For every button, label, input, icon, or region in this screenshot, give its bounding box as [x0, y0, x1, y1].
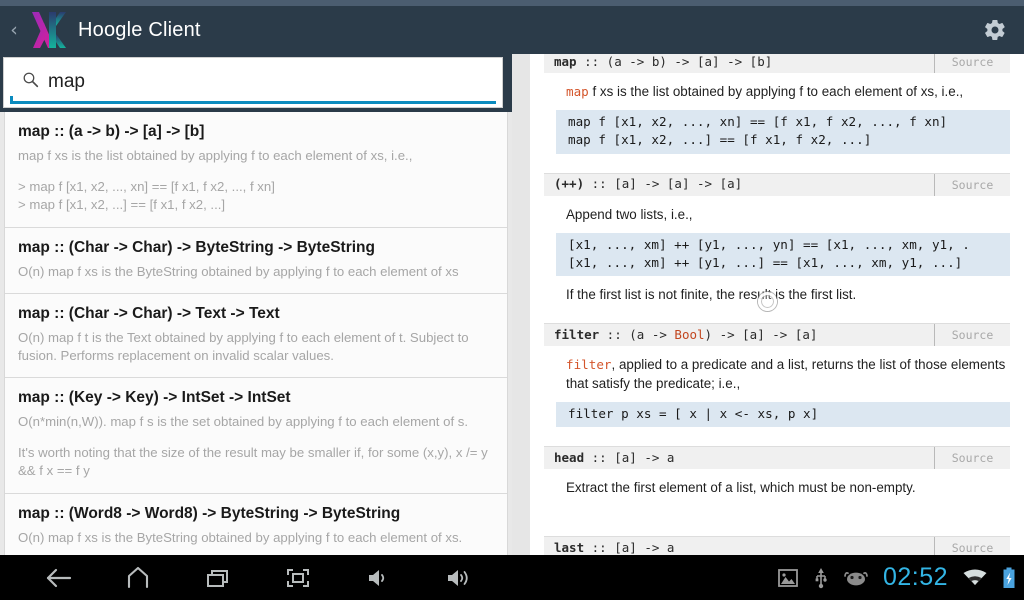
android-system-bar: 02:52: [0, 555, 1024, 600]
doc-signature: map :: (a -> b) -> [a] -> [b]: [554, 54, 773, 69]
list-item[interactable]: map :: (a -> b) -> [a] -> [b] map f xs i…: [5, 112, 507, 228]
result-signature: map :: (Word8 -> Word8) -> ByteString ->…: [18, 504, 401, 522]
doc-paragraph-text: , applied to a predicate and a list, ret…: [566, 357, 1006, 392]
doc-signature-rest: :: (a -> b) -> [a] -> [b]: [576, 54, 773, 69]
doc-signature-rest: :: [a] -> a: [584, 450, 675, 466]
doc-paragraph-secondary: If the first list is not finite, the res…: [566, 287, 857, 303]
search-icon: [22, 71, 39, 93]
doc-signature-bar: filter :: (a -> Bool) -> [a] -> [a] Sour…: [544, 323, 1010, 347]
gear-icon: [985, 19, 1005, 40]
results-list[interactable]: map :: (a -> b) -> [a] -> [b] map f xs i…: [4, 112, 508, 600]
doc-signature-rest: :: [a] -> a: [584, 540, 675, 556]
doc-code-block: filter p xs = [ x | x <- xs, p x]: [556, 402, 1010, 428]
result-description: O(n) map f t is the Text obtained by app…: [18, 329, 469, 363]
doc-paragraph: Append two lists, i.e.,: [566, 206, 693, 222]
app-root: ‹ Hoogle Client map map:: (a -> b) -> […: [0, 0, 1024, 600]
volume-down-button[interactable]: [338, 555, 418, 600]
usb-icon: [813, 567, 829, 589]
list-item[interactable]: map :: (Word8 -> Word8) -> ByteString ->…: [5, 493, 507, 560]
doc-body: filter, applied to a predicate and a lis…: [544, 346, 1010, 438]
doc-identifier: filter: [566, 357, 612, 373]
doc-paragraph: filter, applied to a predicate and a lis…: [566, 355, 1010, 393]
action-bar: ‹ Hoogle Client: [0, 6, 1024, 54]
home-button[interactable]: [98, 555, 178, 600]
navigation-buttons: [18, 555, 498, 600]
result-signature: map :: (a -> b) -> [a] -> [b]: [18, 123, 205, 140]
doc-signature-rest: :: [a] -> [a] -> [a]: [584, 176, 743, 192]
search-input-value: map: [48, 70, 85, 92]
doc-signature: head :: [a] -> a: [554, 450, 675, 466]
doc-signature-name: last: [554, 540, 585, 556]
back-icon: [46, 568, 72, 587]
result-description: map f xs is the list obtained by applyin…: [18, 147, 413, 163]
settings-button[interactable]: [980, 15, 1010, 45]
doc-body: Extract the first element of a list, whi…: [544, 469, 1010, 528]
doc-signature-name: filter: [554, 326, 600, 342]
search-results-pane: map map :: (a -> b) -> [a] -> [b] map f …: [0, 54, 512, 600]
result-description: O(n*min(n,W)). map f s is the set obtain…: [18, 414, 469, 429]
home-icon: [127, 566, 149, 588]
documentation-scroll: map :: (a -> b) -> [a] -> [b] Source map…: [530, 54, 1024, 560]
search-input[interactable]: map: [3, 57, 503, 108]
result-signature: map :: (Char -> Char) -> Text -> Text: [18, 304, 280, 322]
doc-signature-type: Bool: [674, 326, 705, 342]
source-link[interactable]: Source: [934, 173, 1010, 196]
haskell-lambda-logo-icon: [24, 8, 70, 52]
doc-code-block: [x1, ..., xm] ++ [y1, ..., yn] == [x1, .…: [556, 232, 1010, 277]
doc-signature-bar: (++) :: [a] -> [a] -> [a] Source: [544, 172, 1010, 196]
result-description: O(n) map f xs is the ByteString obtained…: [18, 263, 459, 279]
doc-signature-name: (++): [554, 176, 585, 192]
doc-signature-bar: map :: (a -> b) -> [a] -> [b] Source: [544, 54, 1010, 73]
android-head-icon: [843, 569, 869, 587]
volume-down-icon: [369, 569, 385, 586]
list-item[interactable]: map :: (Char -> Char) -> Text -> Text O(…: [5, 293, 507, 379]
up-caret-icon[interactable]: ‹: [4, 20, 24, 40]
pane-divider: [512, 54, 530, 600]
documentation-pane[interactable]: map :: (a -> b) -> [a] -> [b] Source map…: [530, 54, 1024, 600]
page-title: Hoogle Client: [78, 18, 201, 41]
list-item[interactable]: map :: (Key -> Key) -> IntSet -> IntSet …: [5, 378, 507, 494]
volume-up-icon: [448, 569, 468, 586]
doc-paragraph-text: f xs is the list obtained by applying f …: [588, 84, 964, 99]
doc-signature: filter :: (a -> Bool) -> [a] -> [a]: [554, 326, 818, 342]
result-signature: map :: (Char -> Char) -> ByteString -> B…: [18, 238, 375, 256]
doc-signature: last :: [a] -> a: [554, 540, 675, 556]
screenshot-icon[interactable]: [777, 568, 799, 588]
doc-entry-map: map :: (a -> b) -> [a] -> [b] Source map…: [544, 54, 1010, 165]
list-item[interactable]: map :: (Char -> Char) -> ByteString -> B…: [5, 227, 507, 294]
doc-body: map f xs is the list obtained by applyin…: [544, 73, 1010, 165]
fullscreen-icon: [287, 568, 309, 587]
result-description: O(n) map f xs is the ByteString obtained…: [18, 529, 463, 545]
doc-entry-head: head :: [a] -> a Source Extract the firs…: [544, 446, 1010, 528]
doc-signature-rest-post: ) -> [a] -> [a]: [704, 326, 818, 342]
back-button[interactable]: [18, 555, 98, 600]
clock: 02:52: [882, 563, 948, 591]
status-icons: 02:52: [777, 565, 1016, 590]
doc-entry-filter: filter :: (a -> Bool) -> [a] -> [a] Sour…: [544, 323, 1010, 438]
result-signature: map :: (Key -> Key) -> IntSet -> IntSet: [18, 389, 291, 407]
source-link[interactable]: Source: [934, 54, 1010, 73]
source-link[interactable]: Source: [934, 324, 1010, 347]
result-description-extra: It's worth noting that the size of the r…: [18, 445, 488, 479]
doc-signature-rest-pre: :: (a ->: [599, 326, 675, 342]
battery-charging-icon: [1002, 567, 1016, 589]
source-link[interactable]: Source: [934, 447, 1010, 470]
doc-paragraph: map f xs is the list obtained by applyin…: [566, 82, 1010, 101]
wifi-icon: [962, 568, 988, 588]
doc-identifier: map: [566, 84, 589, 99]
doc-entry-append: (++) :: [a] -> [a] -> [a] Source Append …: [544, 172, 1010, 316]
doc-code-block: map f [x1, x2, ..., xn] == [f x1, f x2, …: [556, 110, 1010, 154]
recents-icon: [207, 569, 228, 587]
doc-paragraph: Extract the first element of a list, whi…: [566, 480, 916, 496]
doc-signature-bar: head :: [a] -> a Source: [544, 446, 1010, 470]
doc-signature: (++) :: [a] -> [a] -> [a]: [554, 178, 742, 191]
doc-signature-name: map: [554, 54, 577, 69]
fullscreen-button[interactable]: [258, 555, 338, 600]
recents-button[interactable]: [178, 555, 258, 600]
search-bar: map: [0, 54, 512, 112]
volume-up-button[interactable]: [418, 555, 498, 600]
result-example: > map f [x1, x2, ..., xn] == [f x1, f x2…: [18, 179, 275, 213]
doc-signature-name: head: [554, 450, 585, 466]
doc-body: Append two lists, i.e., [x1, ..., xm] ++…: [544, 196, 1010, 316]
